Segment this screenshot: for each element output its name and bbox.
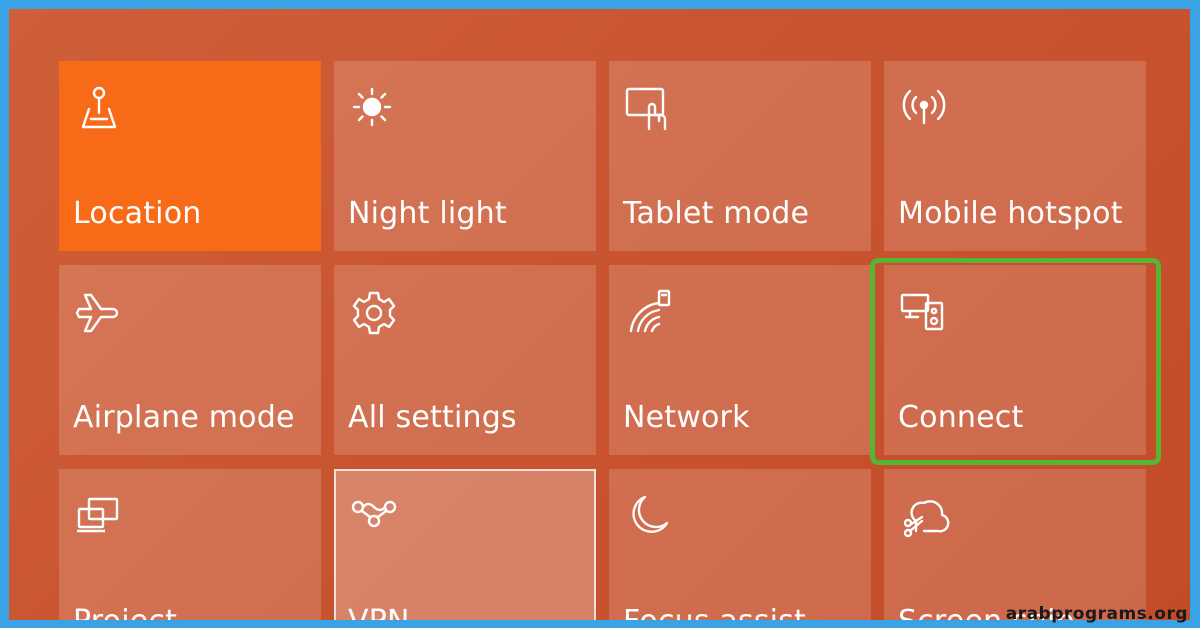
moon-icon (623, 491, 675, 543)
tile-screen-snip[interactable]: Screen snip (884, 469, 1146, 620)
tile-focus-assist[interactable]: Focus assist (609, 469, 871, 620)
airplane-icon (73, 287, 125, 339)
tile-label: Project (73, 604, 177, 620)
tile-network[interactable]: Network (609, 265, 871, 455)
vpn-icon (348, 491, 400, 543)
tile-label: Location (73, 196, 202, 231)
tile-label: Focus assist (623, 604, 806, 620)
tile-night-light[interactable]: Night light (334, 61, 596, 251)
gear-icon (348, 287, 400, 339)
hotspot-icon (898, 83, 950, 135)
tile-vpn[interactable]: VPN (334, 469, 596, 620)
tile-all-settings[interactable]: All settings (334, 265, 596, 455)
snip-icon (898, 491, 950, 543)
network-icon (623, 287, 675, 339)
project-icon (73, 491, 125, 543)
tile-label: VPN (348, 604, 410, 620)
location-icon (73, 83, 125, 135)
tile-label: Airplane mode (73, 400, 295, 435)
tile-tablet-mode[interactable]: Tablet mode (609, 61, 871, 251)
tile-airplane-mode[interactable]: Airplane mode (59, 265, 321, 455)
tile-location[interactable]: Location (59, 61, 321, 251)
tile-label: Network (623, 400, 750, 435)
brightness-icon (348, 83, 400, 135)
watermark: arabprograms.org (1005, 604, 1188, 624)
action-center-quick-actions: Location Night light Tablet mode Mobile … (9, 9, 1190, 620)
tablet-mode-icon (623, 83, 675, 135)
connect-highlight-box (870, 258, 1161, 465)
tile-label: All settings (348, 400, 517, 435)
tile-label: Tablet mode (623, 196, 810, 231)
tile-label: Night light (348, 196, 507, 231)
tile-project[interactable]: Project (59, 469, 321, 620)
tile-label: Mobile hotspot (898, 196, 1123, 231)
tile-mobile-hotspot[interactable]: Mobile hotspot (884, 61, 1146, 251)
